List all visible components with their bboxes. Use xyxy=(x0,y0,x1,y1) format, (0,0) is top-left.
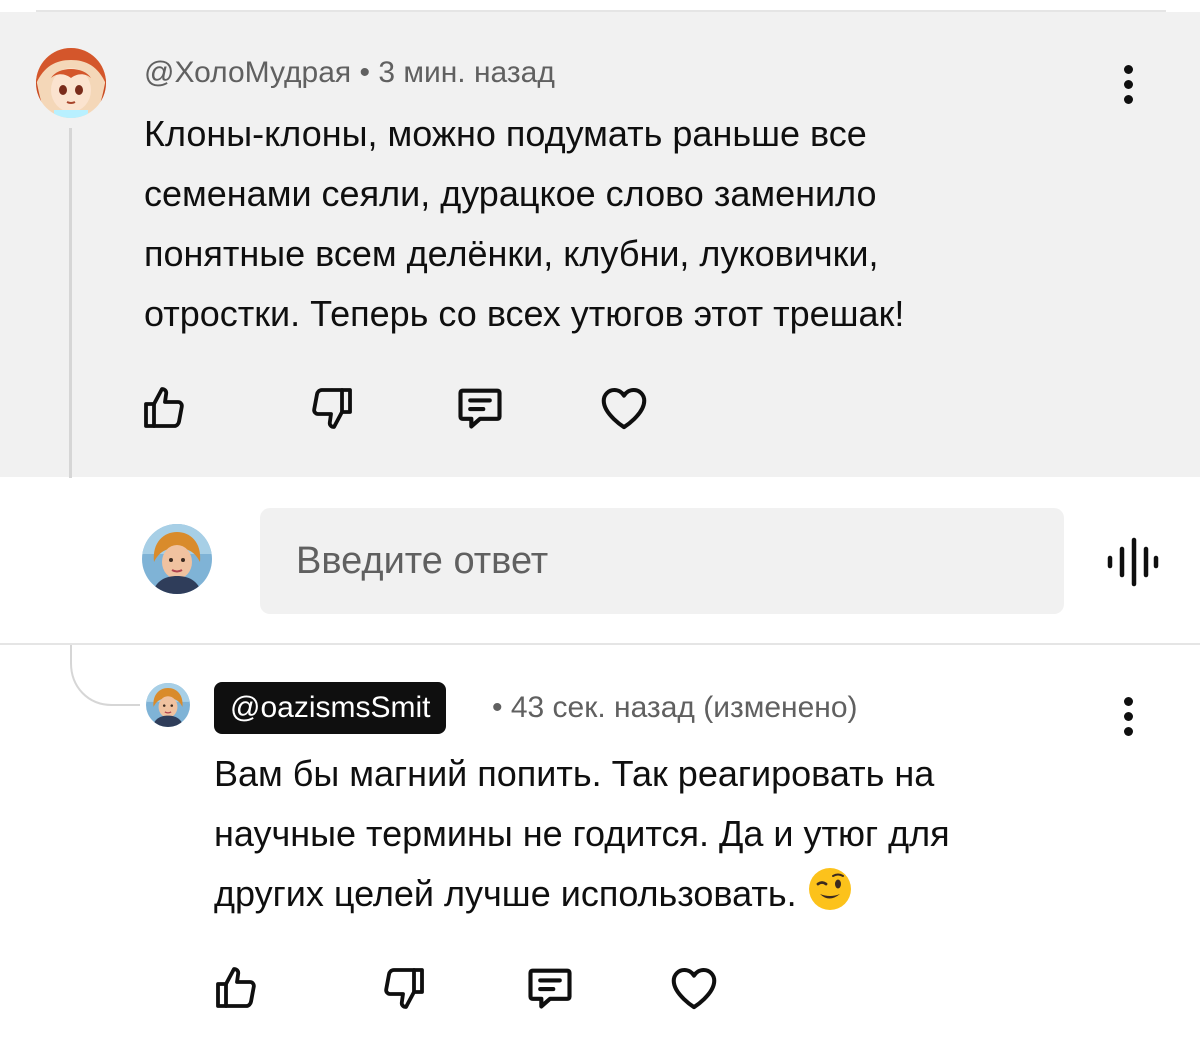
heart-icon xyxy=(671,967,717,1010)
dislike-button[interactable] xyxy=(376,960,432,1016)
dislike-button[interactable] xyxy=(304,380,360,436)
comment-author[interactable]: @ХолоМудрая xyxy=(144,56,351,89)
reply-text-line-with-emoji: других целей лучше использовать. xyxy=(214,864,1114,924)
dislike-icon xyxy=(384,968,424,1009)
divider xyxy=(0,643,1200,645)
comment-text-line: отростки. Теперь со всех утюгов этот тре… xyxy=(144,293,905,334)
comment-time: • 3 мин. назад xyxy=(359,56,555,89)
like-button[interactable] xyxy=(136,380,192,436)
thread-line xyxy=(69,128,72,478)
reply-text-line: Вам бы магний попить. Так реагировать на xyxy=(214,753,935,794)
reply-button[interactable] xyxy=(522,960,578,1016)
winking-face-emoji xyxy=(808,868,851,910)
heart-icon xyxy=(601,387,647,430)
comment-text-line: семенами сеяли, дурацкое слово заменило xyxy=(144,173,877,214)
reply-text-line: научные термины не годится. Да и утюг дл… xyxy=(214,813,950,854)
reply-text: Вам бы магний попить. Так реагировать на… xyxy=(214,744,1114,924)
comment-text: Клоны-клоны, можно подумать раньше все с… xyxy=(144,104,1064,344)
comment-text-line: Клоны-клоны, можно подумать раньше все xyxy=(144,113,867,154)
reply-icon xyxy=(528,968,572,1009)
reply-icon xyxy=(458,388,502,429)
reply-input[interactable] xyxy=(260,508,1064,614)
comment-meta: @ХолоМудрая • 3 мин. назад xyxy=(144,56,555,90)
reply-author-chip[interactable]: @oazismsSmit xyxy=(214,682,447,734)
thread-connector xyxy=(70,645,140,706)
like-icon xyxy=(216,967,256,1008)
avatar[interactable] xyxy=(36,48,106,118)
reply-time: • 43 сек. назад (изменено) xyxy=(492,691,858,724)
reply-text-line: других целей лучше использовать. xyxy=(214,873,797,914)
like-icon xyxy=(144,387,184,428)
voice-waveform-icon xyxy=(1107,537,1159,587)
more-options-icon[interactable] xyxy=(1108,686,1148,746)
current-user-avatar xyxy=(142,524,212,594)
heart-button[interactable] xyxy=(596,380,652,436)
comment-text-line: понятные всем делёнки, клубни, луковички… xyxy=(144,233,879,274)
dislike-icon xyxy=(312,388,352,429)
reply-author-avatar[interactable] xyxy=(146,683,190,727)
voice-input-button[interactable] xyxy=(1104,537,1160,587)
more-options-icon[interactable] xyxy=(1108,54,1148,114)
like-button[interactable] xyxy=(208,960,264,1016)
heart-button[interactable] xyxy=(666,960,722,1016)
reply-button[interactable] xyxy=(452,380,508,436)
